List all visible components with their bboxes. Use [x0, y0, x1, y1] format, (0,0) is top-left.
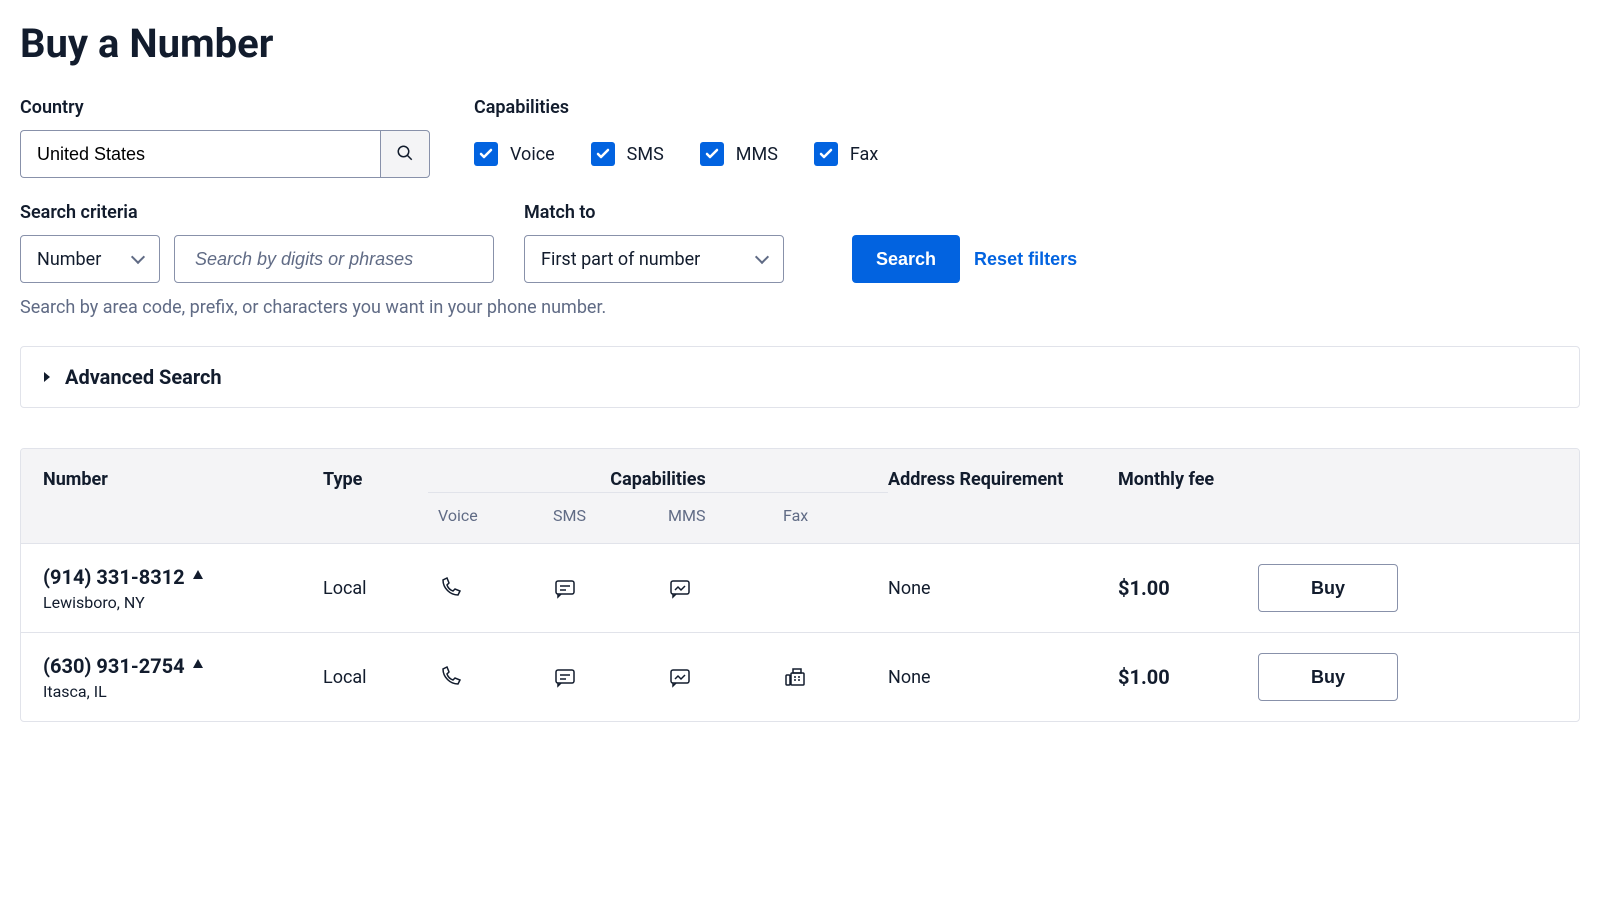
check-icon [478, 146, 494, 162]
mms-label: MMS [736, 144, 778, 165]
voice-capability [428, 665, 543, 689]
voice-capability [428, 576, 543, 600]
check-icon [704, 146, 720, 162]
match-select[interactable]: First part of number [524, 235, 784, 283]
criteria-type-select[interactable]: Number [20, 235, 160, 283]
chevron-down-icon [133, 249, 143, 270]
sms-checkbox[interactable] [591, 142, 615, 166]
sms-label: SMS [627, 144, 664, 165]
criteria-type-value: Number [37, 249, 101, 270]
sms-capability [543, 576, 658, 600]
fax-checkbox[interactable] [814, 142, 838, 166]
address-requirement: None [888, 578, 1118, 599]
buy-button[interactable]: Buy [1258, 653, 1398, 701]
capabilities-label: Capabilities [474, 97, 878, 118]
buy-button[interactable]: Buy [1258, 564, 1398, 612]
search-button[interactable]: Search [852, 235, 960, 283]
table-row: (630) 931-2754 Itasca, ILLocal None$1.00Bu… [21, 633, 1579, 721]
address-requirement: None [888, 667, 1118, 688]
chevron-right-icon [41, 368, 53, 387]
results-table: Number Type Capabilities Address Require… [20, 448, 1580, 722]
mms-checkbox[interactable] [700, 142, 724, 166]
location: Lewisboro, NY [43, 593, 323, 612]
criteria-help-text: Search by area code, prefix, or characte… [20, 297, 1580, 318]
triangle-icon [191, 567, 205, 586]
voice-checkbox[interactable] [474, 142, 498, 166]
fax-capability [773, 665, 888, 689]
phone-number: (914) 331-8312 [43, 565, 185, 589]
advanced-search-label: Advanced Search [65, 365, 222, 389]
mms-capability [658, 665, 773, 689]
chevron-down-icon [757, 249, 767, 270]
col-header-number: Number [43, 469, 323, 490]
reset-filters-link[interactable]: Reset filters [974, 235, 1077, 283]
check-icon [595, 146, 611, 162]
sub-header-sms: SMS [543, 506, 658, 525]
country-search-button[interactable] [380, 130, 430, 178]
advanced-search-toggle[interactable]: Advanced Search [20, 346, 1580, 408]
col-header-fee: Monthly fee [1118, 469, 1258, 490]
number-type: Local [323, 667, 428, 688]
search-icon [396, 144, 414, 165]
monthly-fee: $1.00 [1118, 665, 1258, 689]
sub-header-fax: Fax [773, 506, 888, 525]
page-title: Buy a Number [20, 20, 1580, 67]
capabilities-filter: Capabilities Voice SMS MMS [474, 97, 878, 178]
phone-number: (630) 931-2754 [43, 654, 185, 678]
country-input[interactable] [20, 130, 380, 178]
col-header-capabilities: Capabilities [428, 469, 888, 490]
monthly-fee: $1.00 [1118, 576, 1258, 600]
country-filter: Country [20, 97, 430, 178]
country-label: Country [20, 97, 430, 118]
criteria-search-input[interactable] [174, 235, 494, 283]
match-label: Match to [524, 202, 784, 223]
sub-header-mms: MMS [658, 506, 773, 525]
sms-capability [543, 665, 658, 689]
location: Itasca, IL [43, 682, 323, 701]
sub-header-voice: Voice [428, 506, 543, 525]
col-header-type: Type [323, 469, 428, 490]
number-type: Local [323, 578, 428, 599]
check-icon [818, 146, 834, 162]
match-value: First part of number [541, 249, 700, 270]
col-header-address: Address Requirement [888, 469, 1118, 490]
voice-label: Voice [510, 144, 555, 165]
table-row: (914) 331-8312 Lewisboro, NYLocal None$1.0… [21, 544, 1579, 633]
criteria-label: Search criteria [20, 202, 494, 223]
mms-capability [658, 576, 773, 600]
triangle-icon [191, 656, 205, 675]
fax-label: Fax [850, 144, 878, 165]
